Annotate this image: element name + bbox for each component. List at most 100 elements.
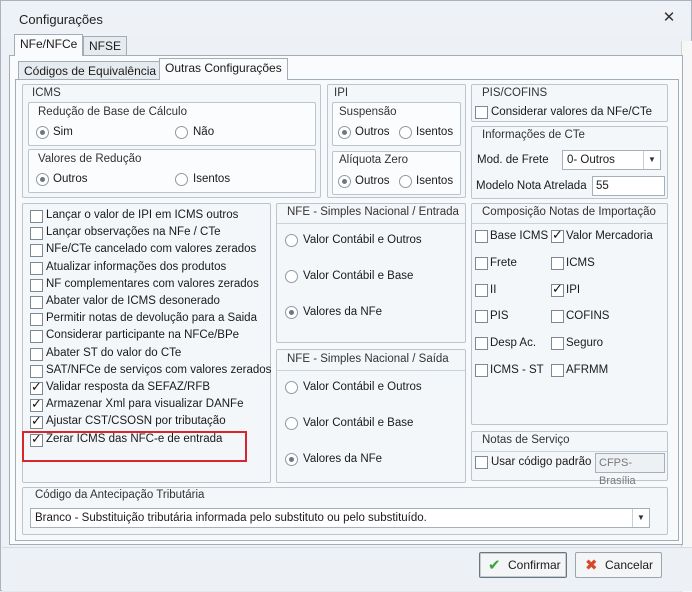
option-checkbox[interactable] (30, 262, 43, 275)
sn-entrada-title: NFE - Simples Nacional / Entrada (287, 206, 459, 218)
option-label: SAT/NFCe de serviços com valores zerados (46, 364, 272, 376)
composicao-label: Desp Ac. (490, 337, 537, 349)
radio-reducao-nao-label: Não (193, 126, 215, 138)
checkbox-usar-codigo-padrao-label: Usar código padrão (491, 456, 592, 468)
confirm-button[interactable]: ✔ Confirmar (479, 552, 567, 578)
check-icon: ✔ (488, 556, 501, 574)
cancel-button[interactable]: ✖ Cancelar (575, 552, 662, 578)
radio-suspensao-isentos[interactable] (399, 126, 412, 139)
radio-suspensao-outros-label: Outros (355, 126, 390, 138)
sn-saida-title: NFE - Simples Nacional / Saída (287, 353, 449, 365)
composicao-checkbox[interactable] (475, 364, 488, 377)
option-checkbox[interactable] (30, 296, 43, 309)
radio-aliquota-isentos[interactable] (399, 175, 412, 188)
mod-frete-label: Mod. de Frete (477, 154, 549, 166)
composicao-title: Composição Notas de Importação (482, 206, 656, 218)
option-checkbox[interactable] (30, 414, 43, 429)
radio-entrada-contabil-outros[interactable] (285, 234, 298, 247)
tab-nfse[interactable]: NFSE (83, 36, 128, 56)
composicao-checkbox[interactable] (551, 337, 564, 350)
confirm-label: Confirmar (508, 558, 561, 572)
ipi-group-title: IPI (334, 87, 349, 99)
option-checkbox[interactable] (30, 380, 43, 395)
composicao-checkbox[interactable] (551, 310, 564, 323)
composicao-checkbox[interactable] (475, 257, 488, 270)
checkbox-usar-codigo-padrao[interactable] (475, 456, 488, 469)
icms-group-title: ICMS (32, 87, 61, 99)
composicao-label: COFINS (566, 310, 610, 322)
checkbox-considerar-valores[interactable] (475, 106, 488, 119)
composicao-label: II (490, 284, 497, 296)
composicao-checkbox[interactable] (551, 228, 564, 243)
radio-saida-valores-nfe[interactable] (285, 453, 298, 466)
tab-nfe-nfce[interactable]: NFe/NFCe (14, 34, 84, 56)
composicao-label: ICMS (566, 257, 595, 269)
option-label: NF complementares com valores zerados (46, 278, 259, 290)
modelo-nota-input[interactable]: 55 (592, 176, 665, 196)
checkbox-considerar-valores-label: Considerar valores da NFe/CTe (491, 106, 653, 118)
radio-entrada-valores-nfe-label: Valores da NFe (303, 306, 383, 318)
radio-saida-valores-nfe-label: Valores da NFe (303, 453, 383, 465)
radio-valores-outros[interactable] (36, 173, 49, 186)
antecipacao-select[interactable]: Branco - Substituição tributária informa… (30, 508, 650, 528)
chevron-down-icon[interactable]: ▼ (643, 151, 660, 169)
radio-entrada-contabil-base[interactable] (285, 270, 298, 283)
option-checkbox[interactable] (30, 227, 43, 240)
sn-entrada-divider (277, 223, 465, 224)
tab-outras-configuracoes[interactable]: Outras Configurações (159, 58, 288, 80)
option-checkbox[interactable] (30, 313, 43, 326)
composicao-checkbox[interactable] (475, 337, 488, 350)
title-bar: Configurações ✕ (1, 1, 691, 37)
composicao-divider (472, 223, 667, 224)
option-label: Abater ST do valor do CTe (46, 347, 182, 359)
option-checkbox[interactable] (30, 210, 43, 223)
composicao-checkbox[interactable] (551, 364, 564, 377)
modelo-nota-label: Modelo Nota Atrelada (476, 180, 587, 192)
composicao-label: Frete (490, 257, 517, 269)
settings-dialog: Configurações ✕ NFe/NFCe NFSE Códigos de… (0, 0, 692, 592)
antecipacao-title: Código da Antecipação Tributária (35, 489, 205, 501)
highlight-box (22, 431, 247, 462)
close-icon[interactable]: ✕ (661, 10, 677, 26)
composicao-checkbox[interactable] (551, 282, 564, 297)
radio-saida-contabil-outros[interactable] (285, 381, 298, 394)
option-checkbox[interactable] (30, 330, 43, 343)
option-checkbox[interactable] (30, 348, 43, 361)
option-label: Considerar participante na NFCe/BPe (46, 329, 240, 341)
chevron-down-icon[interactable]: ▼ (632, 509, 649, 527)
radio-valores-isentos[interactable] (175, 173, 188, 186)
radio-aliquota-outros[interactable] (338, 175, 351, 188)
mod-frete-select[interactable]: 0- Outros ▼ (562, 150, 661, 170)
radio-suspensao-isentos-label: Isentos (416, 126, 454, 138)
composicao-checkbox[interactable] (551, 257, 564, 270)
radio-reducao-sim[interactable] (36, 126, 49, 139)
radio-entrada-contabil-base-label: Valor Contábil e Base (303, 270, 414, 282)
radio-suspensao-outros[interactable] (338, 126, 351, 139)
radio-saida-contabil-base[interactable] (285, 417, 298, 430)
option-checkbox[interactable] (30, 279, 43, 292)
aliquota-zero-title: Alíquota Zero (339, 154, 409, 166)
composicao-checkbox[interactable] (475, 230, 488, 243)
composicao-checkbox[interactable] (475, 310, 488, 323)
option-label: Validar resposta da SEFAZ/RFB (46, 381, 211, 393)
notas-servico-divider (472, 451, 667, 452)
radio-aliquota-outros-label: Outros (355, 175, 390, 187)
option-label: Lançar o valor de IPI em ICMS outros (46, 209, 239, 221)
option-checkbox[interactable] (30, 244, 43, 257)
radio-valores-isentos-label: Isentos (193, 173, 231, 185)
composicao-label: PIS (490, 310, 509, 322)
tab-codigos-equivalencia[interactable]: Códigos de Equivalência (18, 61, 163, 81)
composicao-label: IPI (566, 284, 581, 296)
composicao-label: AFRMM (566, 364, 609, 376)
codigo-padrao-input[interactable]: CFPS-Brasília (595, 453, 665, 487)
composicao-label: Valor Mercadoria (566, 230, 653, 242)
option-checkbox[interactable] (30, 365, 43, 378)
composicao-checkbox[interactable] (475, 284, 488, 297)
pis-cofins-title: PIS/COFINS (482, 87, 548, 99)
radio-entrada-valores-nfe[interactable] (285, 306, 298, 319)
option-label: Ajustar CST/CSOSN por tributação (46, 415, 226, 427)
radio-reducao-nao[interactable] (175, 126, 188, 139)
reducao-base-title: Redução de Base de Cálculo (38, 106, 187, 118)
option-checkbox[interactable] (30, 397, 43, 412)
radio-valores-outros-label: Outros (53, 173, 88, 185)
